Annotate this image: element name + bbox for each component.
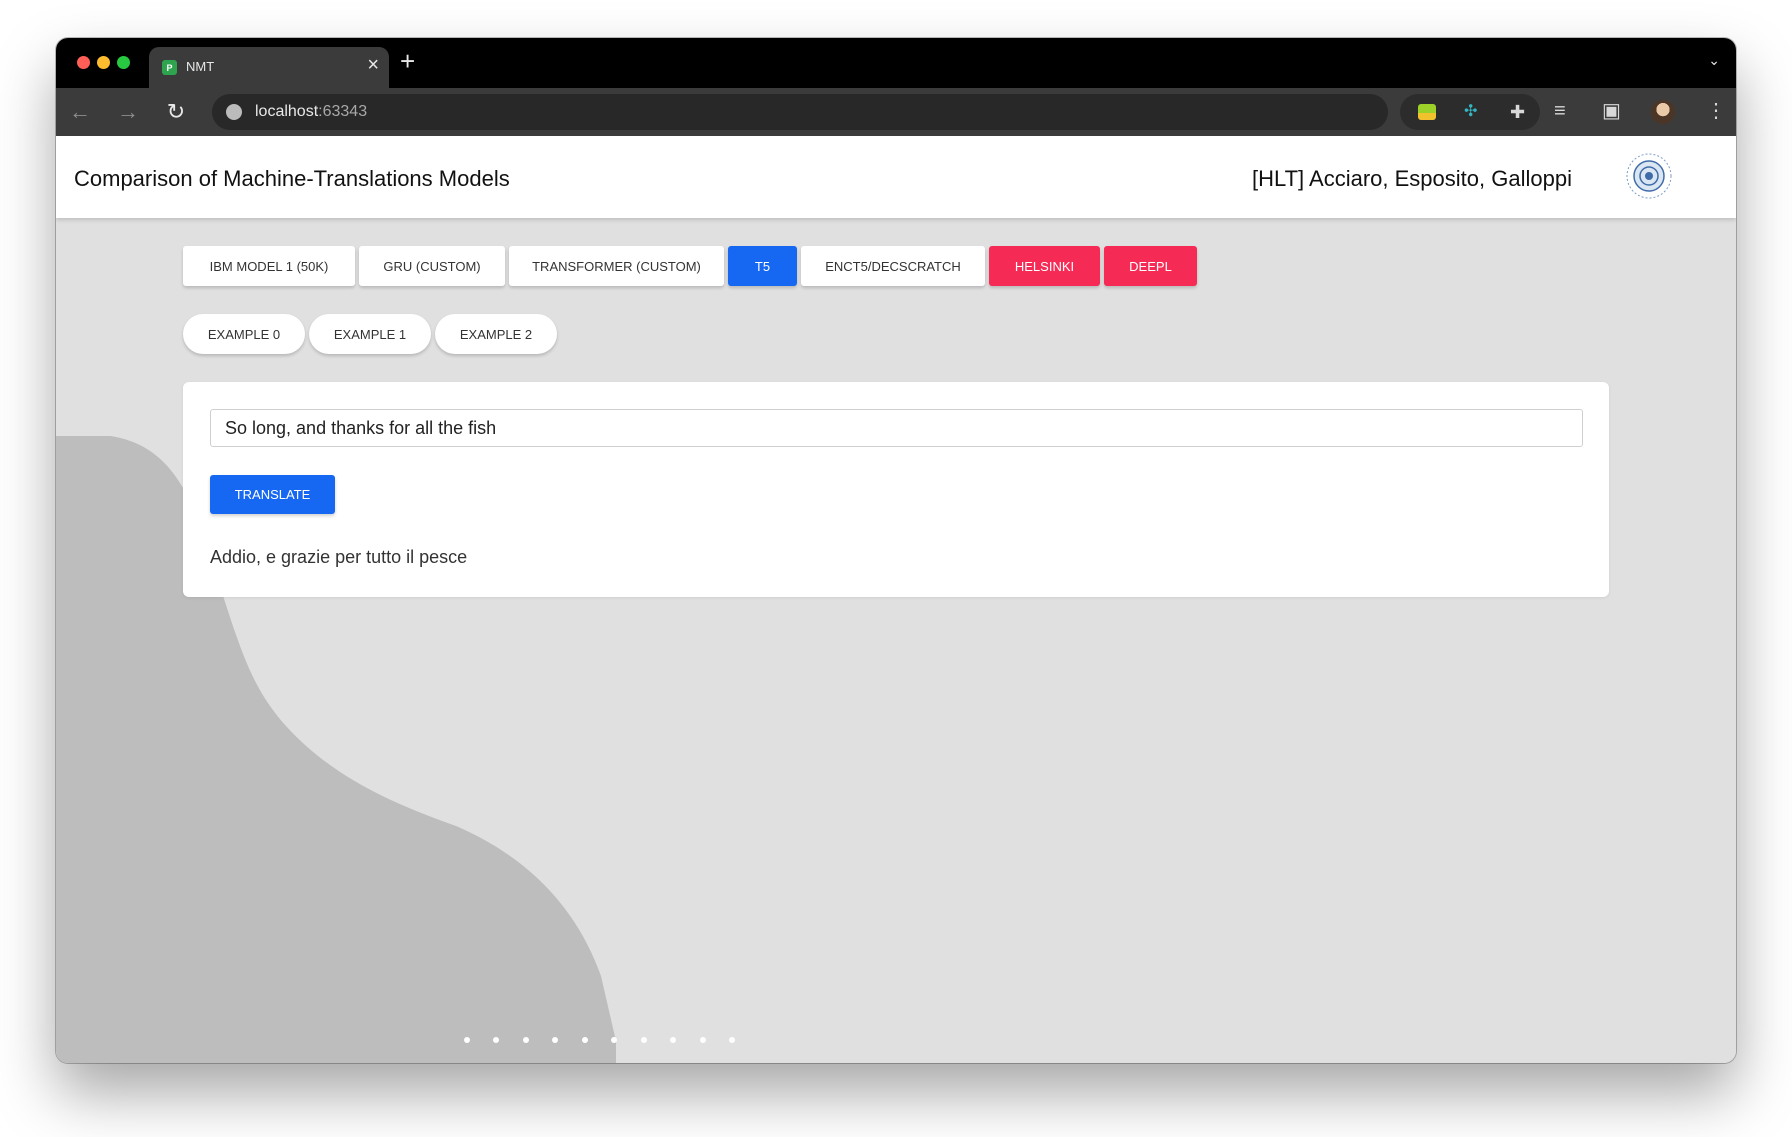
university-seal-logo	[1626, 153, 1672, 199]
side-panel-icon[interactable]: ▣	[1602, 99, 1621, 123]
translate-button[interactable]: TRANSLATE	[210, 475, 335, 514]
url-text: localhost:63343	[255, 103, 368, 120]
puzzle-extensions-icon[interactable]: ✚	[1510, 103, 1528, 121]
model-button-ibm[interactable]: IBM MODEL 1 (50K)	[183, 246, 355, 286]
translation-card: So long, and thanks for all the fish TRA…	[183, 382, 1609, 597]
new-tab-icon[interactable]: +	[400, 48, 415, 74]
close-window-button[interactable]	[77, 56, 90, 69]
address-bar[interactable]: localhost:63343	[212, 94, 1388, 130]
model-button-enct5[interactable]: ENCT5/DECSCRATCH	[801, 246, 985, 286]
maximize-window-button[interactable]	[117, 56, 130, 69]
tab-strip: P NMT × + ⌄	[56, 38, 1736, 88]
site-info-icon[interactable]	[226, 104, 242, 120]
dot	[729, 1037, 735, 1043]
model-button-t5[interactable]: T5	[728, 246, 797, 286]
tab-title: NMT	[186, 59, 215, 74]
extension-icon[interactable]: ✣	[1464, 104, 1482, 120]
source-text-input[interactable]: So long, and thanks for all the fish	[210, 409, 1583, 447]
dot	[670, 1037, 676, 1043]
minimize-window-button[interactable]	[97, 56, 110, 69]
authors-label: [HLT] Acciaro, Esposito, Galloppi	[1252, 166, 1572, 191]
dot	[700, 1037, 706, 1043]
browser-tab[interactable]: P NMT ×	[149, 47, 389, 88]
dot	[552, 1037, 558, 1043]
example-button-0[interactable]: EXAMPLE 0	[183, 314, 305, 354]
model-button-deepl[interactable]: DEEPL	[1104, 246, 1197, 286]
example-button-2[interactable]: EXAMPLE 2	[435, 314, 557, 354]
web-page: Comparison of Machine-Translations Model…	[56, 136, 1736, 1063]
back-arrow-icon[interactable]: ←	[66, 98, 94, 126]
pycharm-favicon-icon: P	[162, 60, 177, 75]
browser-window: P NMT × + ⌄ ← → ↻ localhost:63343 ✣ ✚ ≡ …	[56, 38, 1736, 1063]
dot	[493, 1037, 499, 1043]
close-tab-icon[interactable]: ×	[367, 55, 379, 75]
forward-arrow-icon[interactable]: →	[114, 98, 142, 126]
tab-search-chevron-icon[interactable]: ⌄	[1708, 52, 1720, 69]
browser-menu-icon[interactable]: ⋮	[1706, 99, 1726, 123]
model-button-gru[interactable]: GRU (CUSTOM)	[359, 246, 505, 286]
browser-toolbar: ← → ↻ localhost:63343 ✣ ✚ ≡ ▣ ⋮	[56, 88, 1736, 136]
example-button-1[interactable]: EXAMPLE 1	[309, 314, 431, 354]
dot	[523, 1037, 529, 1043]
app-header: Comparison of Machine-Translations Model…	[56, 136, 1736, 218]
dot	[641, 1037, 647, 1043]
dot	[611, 1037, 617, 1043]
extensions-group: ✣ ✚	[1400, 94, 1540, 130]
model-button-helsinki[interactable]: HELSINKI	[989, 246, 1100, 286]
dot	[582, 1037, 588, 1043]
page-title: Comparison of Machine-Translations Model…	[74, 166, 510, 191]
profile-avatar[interactable]	[1651, 100, 1675, 124]
dot	[464, 1037, 470, 1043]
translation-output: Addio, e grazie per tutto il pesce	[210, 547, 468, 567]
model-button-transformer[interactable]: TRANSFORMER (CUSTOM)	[509, 246, 724, 286]
media-control-icon[interactable]: ≡	[1554, 99, 1566, 123]
reload-icon[interactable]: ↻	[162, 98, 190, 126]
extension-icon[interactable]	[1418, 104, 1436, 120]
